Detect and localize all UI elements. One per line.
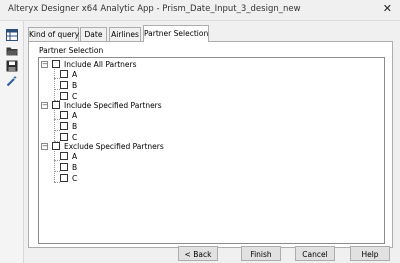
tree-child-node[interactable]: A	[60, 69, 77, 79]
tree-node-label: Exclude Specified Partners	[64, 141, 164, 151]
partner-checkbox[interactable]	[60, 152, 68, 160]
tree-node-label: B	[72, 162, 78, 172]
include-specified-partners-checkbox[interactable]	[52, 101, 60, 109]
tree-node-label: C	[72, 173, 78, 183]
tab-airlines[interactable]: Airlines	[109, 27, 141, 41]
collapse-icon[interactable]: −	[41, 60, 48, 68]
tree-node-label: A	[72, 151, 78, 161]
back-button[interactable]: < Back	[178, 246, 218, 261]
save-icon[interactable]	[5, 59, 18, 72]
partner-checkbox[interactable]	[60, 81, 68, 89]
partner-checkbox[interactable]	[60, 122, 68, 130]
section-label: Partner Selection	[39, 46, 104, 55]
partner-selection-panel: Partner Selection − Include All Partners	[28, 41, 393, 248]
tree-node-label: B	[72, 80, 78, 90]
partner-checkbox[interactable]	[60, 174, 68, 182]
close-icon[interactable]: ✕	[383, 2, 392, 15]
tree-node-label: A	[72, 69, 78, 79]
magic-wand-icon[interactable]	[5, 74, 18, 87]
partner-checkbox[interactable]	[60, 133, 68, 141]
tree-child-node[interactable]: A	[60, 151, 77, 161]
main-area: Kind of query Date Airlines Partner Sele…	[24, 21, 400, 263]
tree-connector	[54, 110, 55, 141]
cancel-button[interactable]: Cancel	[295, 246, 335, 261]
partner-tree: − Include All Partners A B C − Include S…	[38, 57, 385, 244]
partner-checkbox[interactable]	[60, 70, 68, 78]
open-folder-icon[interactable]	[5, 44, 18, 57]
include-all-partners-checkbox[interactable]	[52, 60, 60, 68]
tree-node-exclude-specified-partners[interactable]: − Exclude Specified Partners	[41, 141, 164, 151]
tree-node-label: Include Specified Partners	[64, 100, 162, 110]
tab-date[interactable]: Date	[80, 27, 107, 41]
tree-child-node[interactable]: B	[60, 121, 77, 131]
tree-node-label: B	[72, 121, 78, 131]
partner-checkbox[interactable]	[60, 163, 68, 171]
partner-checkbox[interactable]	[60, 111, 68, 119]
tab-partner-selection[interactable]: Partner Selection	[143, 25, 209, 42]
tree-connector	[54, 151, 55, 182]
partner-checkbox[interactable]	[60, 92, 68, 100]
tab-kind-of-query[interactable]: Kind of query	[28, 27, 79, 41]
tree-node-include-specified-partners[interactable]: − Include Specified Partners	[41, 100, 162, 110]
exclude-specified-partners-checkbox[interactable]	[52, 142, 60, 150]
title-bar: Alteryx Designer x64 Analytic App - Pris…	[0, 0, 400, 21]
tree-child-node[interactable]: B	[60, 80, 77, 90]
tree-connector	[54, 69, 55, 100]
tree-node-include-all-partners[interactable]: − Include All Partners	[41, 59, 137, 69]
tree-node-label: Include All Partners	[64, 59, 137, 69]
tree-child-node[interactable]: C	[60, 173, 77, 183]
tree-node-label: A	[72, 110, 78, 120]
window-title: Alteryx Designer x64 Analytic App - Pris…	[8, 4, 301, 14]
finish-button[interactable]: Finish	[241, 246, 281, 261]
grid-icon[interactable]	[5, 28, 18, 41]
collapse-icon[interactable]: −	[41, 101, 48, 109]
collapse-icon[interactable]: −	[41, 142, 48, 150]
help-button[interactable]: Help	[350, 246, 390, 261]
tree-child-node[interactable]: B	[60, 162, 77, 172]
left-toolbar	[0, 21, 24, 263]
tree-child-node[interactable]: A	[60, 110, 77, 120]
